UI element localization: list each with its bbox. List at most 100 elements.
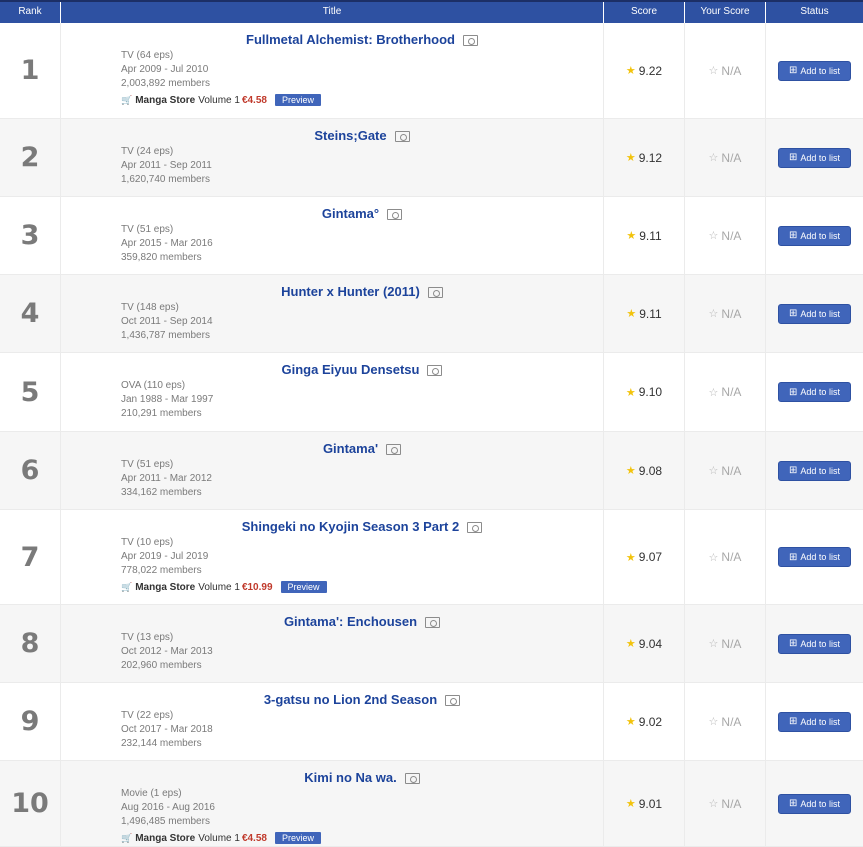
tv-icon[interactable]	[386, 444, 402, 455]
anime-info: TV (10 eps) Apr 2019 - Jul 2019 778,022 …	[121, 536, 603, 578]
add-to-list-button[interactable]: ⊞ Add to list	[778, 225, 851, 246]
store-price: €4.58	[241, 832, 267, 844]
add-to-list-button[interactable]: ⊞ Add to list	[778, 60, 851, 81]
your-score-cell: ☆ N/A	[685, 275, 766, 352]
tv-icon[interactable]	[394, 131, 410, 142]
add-to-list-button[interactable]: ⊞ Add to list	[778, 460, 851, 481]
preview-button[interactable]: Preview	[280, 581, 327, 593]
tv-icon[interactable]	[404, 773, 420, 784]
anime-title-link[interactable]: Steins;Gate	[314, 128, 386, 143]
anime-title-link[interactable]: Gintama'	[323, 441, 378, 456]
cart-icon: 🛒	[121, 832, 133, 843]
add-to-list-button[interactable]: ⊞ Add to list	[778, 147, 851, 168]
cart-icon: 🛒	[121, 581, 133, 592]
store-price: €10.99	[241, 581, 273, 593]
header-rank[interactable]: Rank	[0, 2, 61, 23]
score-value: 9.08	[638, 463, 663, 478]
anime-members: 1,436,787 members	[121, 330, 210, 341]
rank-number: 10	[0, 761, 61, 846]
your-score-cell: ☆ N/A	[685, 605, 766, 682]
anime-title-link[interactable]: Kimi no Na wa.	[304, 770, 396, 785]
status-cell: ⊞ Add to list	[766, 605, 863, 682]
table-header: Rank Title Score Your Score Status	[0, 0, 863, 23]
anime-info: TV (22 eps) Oct 2017 - Mar 2018 232,144 …	[121, 709, 603, 751]
anime-info: TV (13 eps) Oct 2012 - Mar 2013 202,960 …	[121, 631, 603, 673]
add-to-list-button[interactable]: ⊞ Add to list	[778, 303, 851, 324]
store-price: €4.58	[241, 94, 267, 106]
header-score[interactable]: Score	[604, 2, 685, 23]
manga-store-label[interactable]: Manga Store	[135, 582, 195, 593]
anime-title-link[interactable]: Fullmetal Alchemist: Brotherhood	[246, 32, 455, 47]
your-score-value: N/A	[721, 550, 742, 564]
anime-title-link[interactable]: 3-gatsu no Lion 2nd Season	[264, 692, 437, 707]
tv-icon[interactable]	[445, 695, 461, 706]
add-to-list-label: Add to list	[800, 465, 840, 476]
star-icon: ★	[626, 308, 637, 320]
anime-type: TV (10 eps)	[121, 537, 174, 548]
header-status[interactable]: Status	[766, 2, 863, 23]
rank-number: 6	[0, 432, 61, 509]
title-cell: Gintama' TV (51 eps) Apr 2011 - Mar 2012…	[61, 432, 604, 509]
anime-dates: Jan 1988 - Mar 1997	[121, 394, 214, 405]
your-score-cell: ☆ N/A	[685, 683, 766, 760]
rank-number: 9	[0, 683, 61, 760]
status-cell: ⊞ Add to list	[766, 23, 863, 118]
add-to-list-label: Add to list	[800, 230, 840, 241]
star-icon: ★	[626, 230, 637, 242]
star-outline-icon: ☆	[708, 386, 719, 399]
add-to-list-label: Add to list	[800, 716, 840, 727]
manga-store-label[interactable]: Manga Store	[135, 95, 195, 106]
anime-type: TV (51 eps)	[121, 459, 174, 470]
title-cell: Ginga Eiyuu Densetsu OVA (110 eps) Jan 1…	[61, 353, 604, 431]
anime-title-link[interactable]: Gintama': Enchousen	[284, 614, 417, 629]
anime-title-link[interactable]: Gintama°	[322, 206, 379, 221]
anime-title-link[interactable]: Ginga Eiyuu Densetsu	[282, 362, 420, 377]
add-to-list-button[interactable]: ⊞ Add to list	[778, 547, 851, 567]
title-line: Gintama°	[121, 206, 603, 221]
your-score-value: N/A	[721, 796, 742, 811]
title-line: Ginga Eiyuu Densetsu	[121, 362, 603, 377]
anime-title-link[interactable]: Hunter x Hunter (2011)	[281, 284, 420, 299]
add-to-list-button[interactable]: ⊞ Add to list	[778, 382, 851, 402]
status-cell: ⊞ Add to list	[766, 432, 863, 509]
star-icon: ★	[625, 152, 636, 164]
preview-button[interactable]: Preview	[274, 832, 321, 844]
table-body: 1 Fullmetal Alchemist: Brotherhood TV (6…	[0, 23, 863, 847]
tv-icon[interactable]	[427, 365, 443, 376]
score-value: 9.04	[638, 636, 663, 651]
tv-icon[interactable]	[467, 522, 483, 533]
tv-icon[interactable]	[427, 287, 443, 298]
anime-dates: Apr 2011 - Mar 2012	[121, 473, 212, 484]
score-cell: ★ 9.11	[604, 197, 685, 274]
star-icon: ★	[625, 465, 636, 477]
add-to-list-label: Add to list	[800, 552, 840, 562]
add-to-list-button[interactable]: ⊞ Add to list	[778, 711, 851, 732]
title-cell: Shingeki no Kyojin Season 3 Part 2 TV (1…	[61, 510, 604, 604]
tv-icon[interactable]	[425, 617, 441, 628]
star-outline-icon: ☆	[708, 465, 719, 477]
title-cell: Gintama': Enchousen TV (13 eps) Oct 2012…	[61, 605, 604, 682]
your-score-cell: ☆ N/A	[685, 510, 766, 604]
anime-dates: Apr 2019 - Jul 2019	[121, 551, 209, 562]
rank-number: 8	[0, 605, 61, 682]
score-cell: ★ 9.08	[604, 432, 685, 509]
header-your-score[interactable]: Your Score	[685, 2, 766, 23]
star-icon: ★	[625, 65, 636, 77]
your-score-value: N/A	[721, 228, 742, 243]
your-score-cell: ☆ N/A	[685, 197, 766, 274]
add-to-list-button[interactable]: ⊞ Add to list	[778, 793, 851, 814]
manga-store-label[interactable]: Manga Store	[135, 833, 195, 844]
anime-members: 210,291 members	[121, 408, 202, 419]
tv-icon[interactable]	[462, 35, 478, 46]
rank-number: 7	[0, 510, 61, 604]
add-to-list-button[interactable]: ⊞ Add to list	[778, 633, 851, 654]
title-line: 3-gatsu no Lion 2nd Season	[121, 692, 603, 707]
plus-square-icon: ⊞	[789, 152, 798, 163]
header-title[interactable]: Title	[61, 2, 604, 23]
tv-icon[interactable]	[387, 209, 403, 220]
preview-button[interactable]: Preview	[274, 94, 321, 106]
title-line: Hunter x Hunter (2011)	[121, 284, 603, 299]
store-volume: Volume 1	[198, 94, 240, 106]
star-icon: ★	[625, 638, 636, 650]
anime-title-link[interactable]: Shingeki no Kyojin Season 3 Part 2	[242, 519, 459, 534]
